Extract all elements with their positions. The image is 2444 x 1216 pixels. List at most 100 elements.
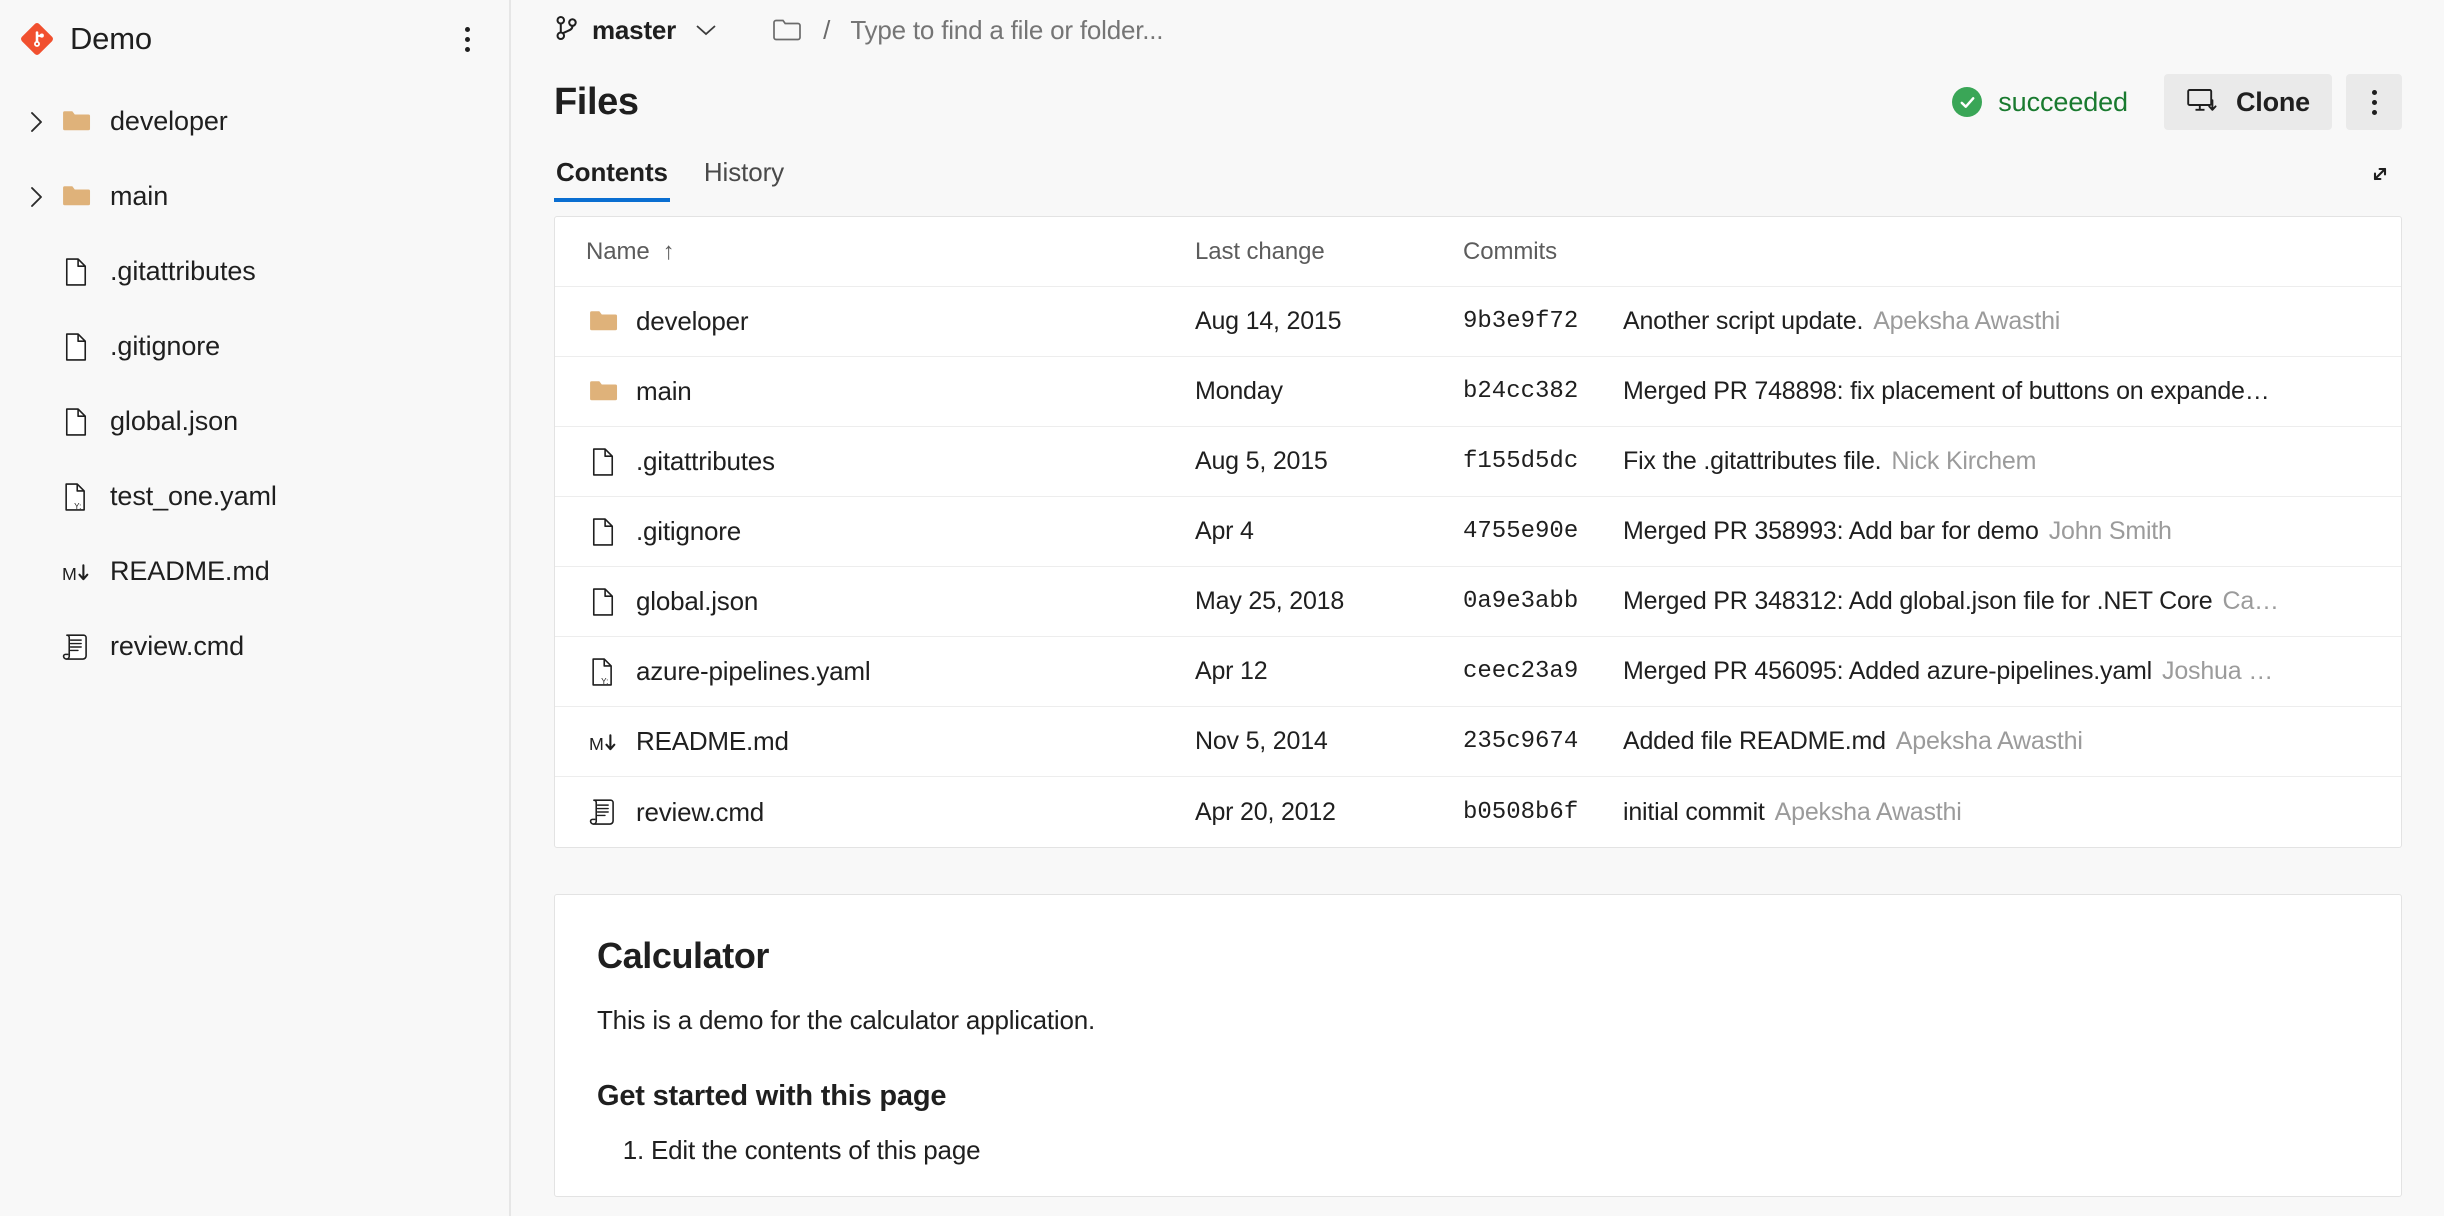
tree-item-label: main [110,181,169,211]
commit-author: Apeksha Awasthi [1774,797,1962,826]
commit-author: Joshua … [2162,657,2273,685]
folder-icon [586,306,620,338]
tree-item-developer[interactable]: developer [0,84,509,159]
cell-name: global.json [555,586,1195,618]
file-icon [586,586,620,618]
svg-text:M: M [62,564,77,584]
kebab-dot [464,26,470,32]
tree-item-label: .gitignore [110,331,221,361]
commit-author: Ca… [2222,587,2279,615]
cell-commit-hash[interactable]: f155d5dc [1463,448,1623,475]
expand-icon[interactable] [2358,152,2402,196]
cell-commit-message: Another script update. Apeksha Awasthi [1623,307,2401,336]
clone-monitor-icon [2186,87,2218,118]
root-folder-icon[interactable] [772,17,802,43]
file-name-link[interactable]: global.json [636,586,758,617]
commit-message-text: Fix the .gitattributes file. [1623,447,1882,475]
chevron-right-icon[interactable] [20,109,54,135]
readme-subheading: Get started with this page [597,1080,947,1112]
table-row[interactable]: main Monday b24cc382 Merged PR 748898: fix … [555,357,2401,427]
file-icon [58,256,94,288]
table-row[interactable]: global.json May 25, 2018 0a9e3abb Merged PR… [555,567,2401,637]
file-name-link[interactable]: main [636,376,692,407]
file-name-link[interactable]: review.cmd [636,797,764,828]
tree-item-gitignore[interactable]: .gitignore [0,309,509,384]
table-row[interactable]: .gitignore Apr 4 4755e90e Merged PR 358993:… [555,497,2401,567]
column-header-commits[interactable]: Commits [1463,238,1623,266]
svg-text:M: M [589,734,604,754]
readme-card: Calculator This is a demo for the calcul… [554,894,2402,1197]
folder-icon [58,106,94,138]
cell-last-change: Apr 12 [1195,657,1268,685]
cell-last-change: Monday [1195,377,1283,405]
cell-commit-hash[interactable]: 4755e90e [1463,518,1623,545]
readme-list-item: Edit the contents of this page [651,1135,2359,1166]
tree-item-gitattributes[interactable]: .gitattributes [0,234,509,309]
table-row[interactable]: Y: azure-pipelines.yaml Apr 12 ceec23a9 Merg… [555,637,2401,707]
file-icon [58,406,94,438]
file-name-link[interactable]: .gitignore [636,516,741,547]
cell-commit-hash[interactable]: b24cc382 [1463,378,1623,405]
cell-name: review.cmd [555,796,1195,828]
tree-item-main[interactable]: main [0,159,509,234]
file-icon [58,331,94,363]
breadcrumb-bar: master / [511,0,2444,56]
chevron-right-icon[interactable] [20,184,54,210]
cell-last-change: Apr 20, 2012 [1195,797,1336,826]
cell-commit-hash[interactable]: 0a9e3abb [1463,588,1623,615]
cell-commit-message: initial commit Apeksha Awasthi [1623,798,2401,827]
cell-commit-message: Fix the .gitattributes file. Nick Kirchem [1623,447,2401,476]
tab-contents[interactable]: Contents [554,157,670,202]
commit-message-text: Merged PR 348312: Add global.json file f… [1623,587,2213,615]
table-row[interactable]: M README.md Nov 5, 2014 235c9674 Added file … [555,707,2401,777]
path-separator: / [823,14,831,45]
column-header-last-change[interactable]: Last change [1195,238,1463,266]
tree-item-global-json[interactable]: global.json [0,384,509,459]
kebab-dot [464,46,470,52]
clone-button[interactable]: Clone [2163,74,2332,130]
tree-item-label: developer [110,106,228,136]
cell-commit-message: Merged PR 358993: Add bar for demo John S… [1623,517,2401,546]
cell-name: main [555,376,1195,408]
cell-commit-hash[interactable]: ceec23a9 [1463,658,1623,685]
more-actions-button[interactable] [2346,74,2402,130]
readme-list: Edit the contents of this page [597,1135,2359,1166]
cell-name: Y: azure-pipelines.yaml [555,656,1195,688]
file-name-link[interactable]: azure-pipelines.yaml [636,656,871,687]
kebab-dot [464,36,470,42]
file-name-link[interactable]: README.md [636,726,789,757]
commit-author: Apeksha Awasthi [1895,727,2083,755]
table-row[interactable]: review.cmd Apr 20, 2012 b0508b6f initial co… [555,777,2401,847]
file-name-link[interactable]: .gitattributes [636,446,775,477]
branch-icon [554,14,580,47]
commit-message-text: Merged PR 456095: Added azure-pipelines.… [1623,657,2153,685]
sort-ascending-icon: ↑ [662,237,675,265]
clone-button-label: Clone [2235,86,2310,117]
tree-item-test-one-yaml[interactable]: Y: test_one.yaml [0,459,509,534]
tree-item-readme-md[interactable]: M README.md [0,534,509,609]
tree-item-label: .gitattributes [110,256,256,286]
commit-message-text: Another script update. [1623,307,1864,335]
repo-more-button[interactable] [447,19,487,59]
header-actions: succeeded Clone [1952,74,2402,130]
yaml-file-icon: Y: [586,656,620,688]
tab-history[interactable]: History [702,157,786,202]
readme-paragraph: This is a demo for the calculator applic… [597,1005,1096,1035]
column-header-name-label: Name [586,237,650,265]
file-name-link[interactable]: developer [636,306,749,337]
build-status-badge[interactable]: succeeded [1952,87,2128,118]
markdown-icon: M [586,726,620,758]
table-row[interactable]: developer Aug 14, 2015 9b3e9f72 Another scr… [555,287,2401,357]
cell-commit-hash[interactable]: 9b3e9f72 [1463,308,1623,335]
script-icon [586,796,620,828]
cell-commit-hash[interactable]: 235c9674 [1463,728,1623,755]
commit-author: Nick Kirchem [1891,447,2037,475]
folder-icon [586,376,620,408]
column-header-name[interactable]: Name ↑ [555,238,1195,266]
cell-commit-hash[interactable]: b0508b6f [1463,799,1623,826]
file-search-input[interactable] [850,14,1551,46]
table-row[interactable]: .gitattributes Aug 5, 2015 f155d5dc Fix the… [555,427,2401,497]
tree-item-review-cmd[interactable]: review.cmd [0,609,509,684]
branch-selector[interactable]: master [554,14,718,47]
kebab-dot [2371,89,2377,95]
